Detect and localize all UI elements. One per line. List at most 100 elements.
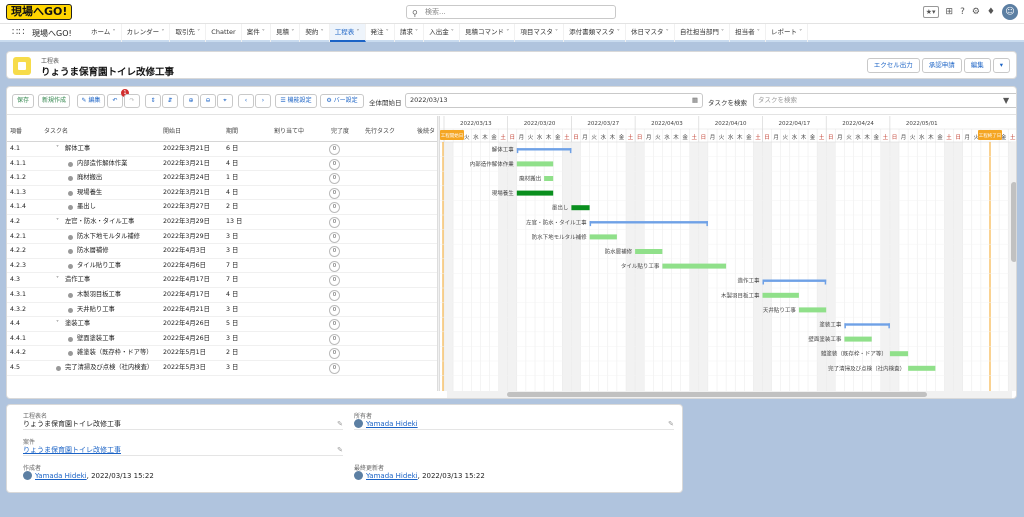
help-icon[interactable]: ?	[960, 7, 965, 17]
table-row[interactable]: 4.4.2 雑塗装（既存枠・ドア等） 2022年5月1日 2 日 0	[7, 346, 437, 361]
chevron-down-icon[interactable]: ˅	[755, 28, 760, 36]
cell-task-name[interactable]: 塗装工事	[65, 317, 90, 331]
chevron-down-icon[interactable]: ˅	[195, 28, 200, 36]
cell-task-name[interactable]: 内部造作解体作業	[77, 157, 127, 171]
chevron-down-icon[interactable]: ˅	[615, 28, 620, 36]
collapse-all-button[interactable]: ⇵	[162, 94, 178, 108]
zoom-in-button[interactable]: ⊕	[183, 94, 199, 108]
cell-task-name[interactable]: 墨出し	[77, 200, 96, 214]
cell-task-name[interactable]: 防水下地モルタル補修	[77, 230, 140, 244]
table-row[interactable]: 4.3.2 天井貼り工事 2022年4月21日 3 日 0	[7, 303, 437, 318]
start-date-input[interactable]: 2022/03/13 ▦	[405, 93, 703, 108]
chevron-down-icon[interactable]: ˅	[56, 215, 59, 229]
vertical-scrollbar[interactable]	[1011, 142, 1016, 390]
chevron-down-icon[interactable]: ˅	[384, 28, 389, 36]
chevron-down-icon[interactable]: ˅	[413, 28, 418, 36]
cell-task-name[interactable]: 左官・防水・タイル工事	[65, 215, 134, 229]
created-by-user-link[interactable]: Yamada Hideki	[35, 472, 87, 480]
chevron-down-icon[interactable]: ˅	[260, 28, 265, 36]
nav-tab[interactable]: Chatter	[206, 24, 242, 42]
chevron-down-icon[interactable]: ˅	[289, 28, 294, 36]
nav-tab[interactable]: レポート ˅	[766, 24, 809, 42]
nav-tab[interactable]: カレンダー ˅	[122, 24, 171, 42]
cell-task-name[interactable]: 廃材搬出	[77, 171, 102, 185]
vertical-scroll-thumb[interactable]	[1011, 182, 1016, 262]
cell-task-name[interactable]: タイル貼り工事	[77, 259, 121, 273]
table-row[interactable]: 4.3 ˅ 造作工事 2022年4月17日 7 日 0	[7, 273, 437, 288]
chevron-down-icon[interactable]: ˅	[354, 28, 359, 36]
chevron-down-icon[interactable]: ˅	[504, 28, 509, 36]
gantt-task-bar[interactable]	[571, 205, 590, 211]
chevron-down-icon[interactable]: ˅	[56, 317, 59, 331]
nav-tab[interactable]: 休日マスタ ˅	[626, 24, 675, 42]
table-row[interactable]: 4.5 完了清掃及び点検（社内検査） 2022年5月3日 3 日 0	[7, 361, 437, 376]
more-actions-chevron-down-icon[interactable]: ▾	[992, 58, 1010, 73]
chevron-down-icon[interactable]: ˅	[56, 142, 59, 156]
chevron-down-icon[interactable]: ˅	[449, 28, 454, 36]
col-header-predecessor[interactable]: 先行タスク	[365, 126, 395, 135]
gantt-task-bar[interactable]	[589, 234, 617, 240]
fit-button[interactable]: ⌖	[217, 94, 233, 108]
filter-icon[interactable]: ▼	[1003, 96, 1009, 105]
table-row[interactable]: 4.1 ˅ 解体工事 2022年3月21日 6 日 0	[7, 142, 437, 157]
cell-task-name[interactable]: 完了清掃及び点検（社内検査）	[65, 361, 153, 375]
nav-tab[interactable]: 工程表 ˅	[329, 24, 366, 42]
nav-tab[interactable]: 入出金 ˅	[424, 24, 461, 42]
global-search-input[interactable]: ⚲ 検索...	[406, 5, 616, 19]
edit-record-button[interactable]: 編集	[963, 58, 991, 73]
nav-tab[interactable]: ホーム ˅	[86, 24, 122, 42]
cell-task-name[interactable]: 天井貼り工事	[77, 303, 115, 317]
gantt-task-bar[interactable]	[798, 307, 827, 313]
user-avatar[interactable]: ☺	[1002, 4, 1018, 20]
nav-tab[interactable]: 添付書類マスタ ˅	[564, 24, 626, 42]
chevron-down-icon[interactable]: ˅	[56, 273, 59, 287]
modified-by-user-link[interactable]: Yamada Hideki	[366, 472, 418, 480]
nav-tab[interactable]: 請求 ˅	[395, 24, 425, 42]
edit-button[interactable]: ✎ 編集	[77, 94, 105, 108]
pencil-icon[interactable]: ✎	[668, 420, 674, 428]
bar-settings-button[interactable]: ⚙ バー設定	[320, 94, 364, 108]
gantt-summary-bar[interactable]	[589, 221, 708, 224]
table-row[interactable]: 4.2 ˅ 左官・防水・タイル工事 2022年3月29日 13 日 0	[7, 215, 437, 230]
undo-button[interactable]: ↶	[107, 94, 123, 108]
new-task-button[interactable]: 新規作成	[38, 94, 70, 108]
nav-tab[interactable]: 項目マスタ ˅	[515, 24, 565, 42]
gantt-task-bar[interactable]	[908, 365, 936, 371]
nav-tab[interactable]: 発注 ˅	[366, 24, 395, 42]
cell-task-name[interactable]: 木製羽目板工事	[77, 288, 121, 302]
gantt-task-bar[interactable]	[762, 292, 799, 298]
table-row[interactable]: 4.1.4 墨出し 2022年3月27日 2 日 0	[7, 200, 437, 215]
save-button[interactable]: 保存	[12, 94, 34, 108]
col-header-progress[interactable]: 完了度	[331, 126, 349, 135]
gantt-task-bar[interactable]	[516, 190, 554, 196]
table-row[interactable]: 4.3.1 木製羽目板工事 2022年4月17日 4 日 0	[7, 288, 437, 303]
nav-tab[interactable]: 案件 ˅	[242, 24, 272, 42]
app-launcher-icon[interactable]: ∷∷	[12, 27, 25, 38]
favorites-star-icon[interactable]: ★▾	[922, 6, 939, 18]
gantt-task-bar[interactable]	[544, 176, 554, 181]
chevron-down-icon[interactable]: ˅	[664, 28, 669, 36]
cell-task-name[interactable]: 防水層補修	[77, 244, 108, 258]
chevron-down-icon[interactable]: ˅	[159, 28, 164, 36]
chevron-down-icon[interactable]: ˅	[719, 28, 724, 36]
table-row[interactable]: 4.1.1 内部造作解体作業 2022年3月21日 4 日 0	[7, 157, 437, 172]
col-header-start[interactable]: 開始日	[163, 126, 181, 135]
scroll-left-button[interactable]: ‹	[238, 94, 254, 108]
gantt-task-bar[interactable]	[662, 263, 727, 269]
table-row[interactable]: 4.4 ˅ 塗装工事 2022年4月26日 5 日 0	[7, 317, 437, 332]
nav-tab[interactable]: 見積 ˅	[271, 24, 301, 42]
zoom-out-button[interactable]: ⊖	[200, 94, 216, 108]
cell-task-name[interactable]: 造作工事	[65, 273, 90, 287]
nav-tab[interactable]: 見積コマンド ˅	[460, 24, 516, 42]
col-header-duration[interactable]: 期間	[226, 126, 238, 135]
bell-icon[interactable]: ♦	[987, 7, 995, 17]
col-header-no[interactable]: 項番	[10, 126, 22, 135]
cell-task-name[interactable]: 現場養生	[77, 186, 102, 200]
scroll-right-button[interactable]: ›	[255, 94, 271, 108]
col-header-task-name[interactable]: タスク名	[44, 126, 68, 135]
gantt-task-bar[interactable]	[844, 336, 872, 342]
gantt-summary-bar[interactable]	[762, 279, 827, 282]
field-value-owner[interactable]: Yamada Hideki	[354, 419, 418, 428]
cell-task-name[interactable]: 雑塗装（既存枠・ドア等）	[77, 346, 153, 360]
add-icon[interactable]: ⊞	[946, 7, 954, 17]
